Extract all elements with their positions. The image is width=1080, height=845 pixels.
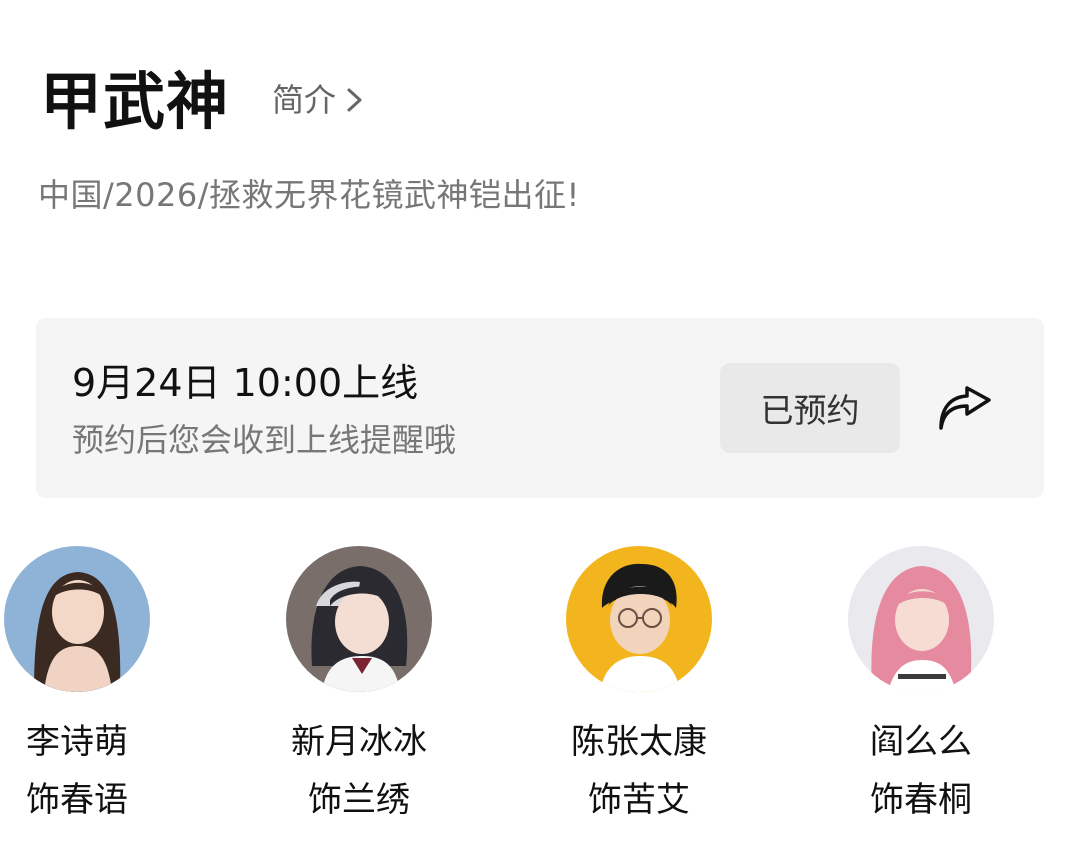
release-card: 9月24日 10:00上线 预约后您会收到上线提醒哦 已预约 [36, 318, 1044, 498]
cast-role: 饰春桐 [870, 780, 972, 820]
cast-member: 阎么么 饰春桐 [848, 546, 994, 820]
show-meta: 中国/2026/拯救无界花镜武神铠出征! [38, 176, 580, 214]
avatar[interactable] [848, 546, 994, 692]
share-arrow-icon [939, 386, 991, 430]
reserved-button[interactable]: 已预约 [720, 363, 900, 453]
cast-name: 新月冰冰 [291, 722, 427, 762]
avatar[interactable] [566, 546, 712, 692]
page-title: 甲武神 [40, 65, 230, 138]
avatar-image [4, 546, 150, 692]
cast-name: 阎么么 [870, 722, 972, 762]
avatar[interactable] [4, 546, 150, 692]
cast-role: 饰兰绣 [308, 780, 410, 820]
avatar-image [848, 546, 994, 692]
cast-role: 饰苦艾 [588, 780, 690, 820]
avatar[interactable] [286, 546, 432, 692]
cast-role: 饰春语 [26, 780, 128, 820]
cast-name: 陈张太康 [571, 722, 707, 762]
share-button[interactable] [932, 376, 998, 442]
chevron-right-icon [347, 88, 362, 112]
cast-member: 李诗萌 饰春语 [4, 546, 150, 820]
intro-label: 简介 [272, 81, 337, 119]
cast-name: 李诗萌 [26, 722, 128, 762]
cast-member: 新月冰冰 饰兰绣 [286, 546, 432, 820]
release-date: 9月24日 10:00上线 [72, 361, 419, 405]
reminder-hint: 预约后您会收到上线提醒哦 [72, 421, 457, 459]
intro-link[interactable]: 简介 [272, 78, 366, 122]
cast-member: 陈张太康 饰苦艾 [566, 546, 712, 820]
avatar-image [566, 546, 712, 692]
avatar-image [286, 546, 432, 692]
